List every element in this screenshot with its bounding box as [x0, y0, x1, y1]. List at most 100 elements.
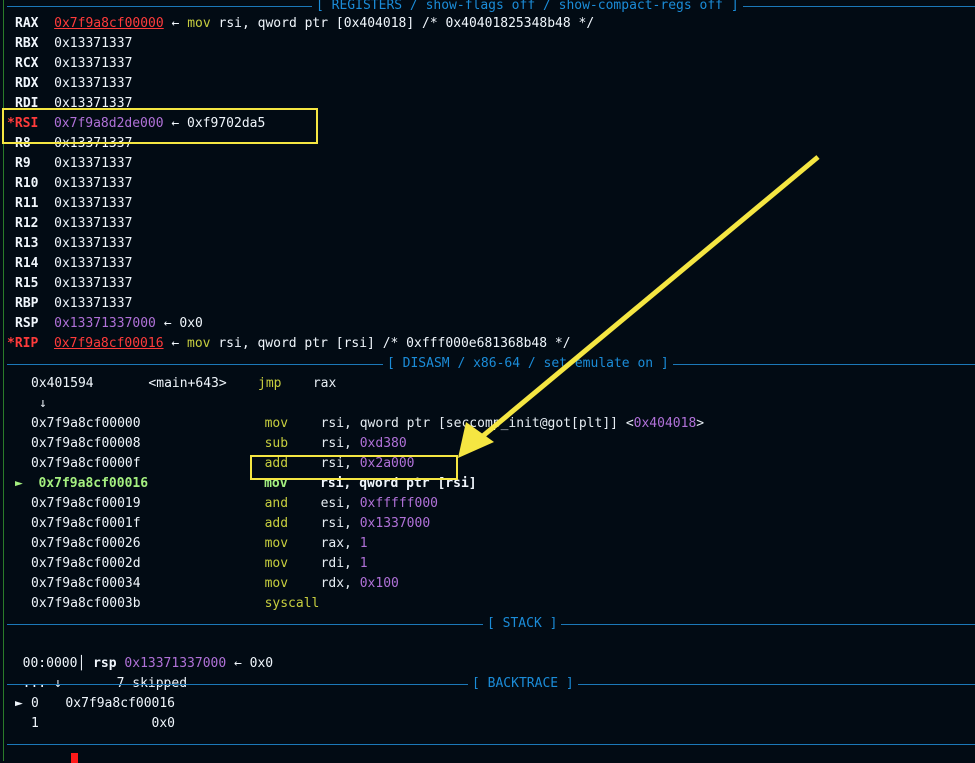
register-name: RSP	[15, 316, 39, 331]
disasm-line[interactable]: 0x7f9a8cf00026 mov rax, 1	[31, 534, 368, 554]
register-name: RBP	[15, 296, 39, 311]
instruction-mnemonic: mov	[264, 556, 289, 571]
register-value: 0x13371337	[54, 236, 133, 251]
instruction-operands: rsi, 0x1337000	[320, 516, 431, 531]
terminal-cursor	[71, 753, 78, 763]
register-deref: 0x0	[179, 316, 203, 331]
disasm-line[interactable]: 0x7f9a8cf0003b syscall	[31, 594, 321, 614]
register-value: 0x7f9a8cf00000	[54, 16, 164, 31]
register-value: 0x13371337000	[54, 316, 156, 331]
disasm-line[interactable]: 0x7f9a8cf0001f add rsi, 0x1337000	[31, 514, 430, 534]
register-name: RBX	[15, 36, 39, 51]
register-row-rdx[interactable]: RDX 0x13371337	[15, 74, 132, 94]
instruction-address: 0x7f9a8cf00016	[38, 476, 149, 491]
register-row-rbx[interactable]: RBX 0x13371337	[15, 34, 132, 54]
disasm-line[interactable]: 0x7f9a8cf0002d mov rdi, 1	[31, 554, 368, 574]
instruction-address: 0x7f9a8cf0002d	[31, 556, 141, 571]
register-name: RAX	[15, 16, 39, 31]
instruction-address: 0x401594	[31, 376, 94, 391]
backtrace-frame[interactable]: 1 0x0	[15, 714, 175, 734]
backtrace-marker	[15, 714, 31, 734]
disasm-line[interactable]: 0x7f9a8cf00019 and esi, 0xfffff000	[31, 494, 438, 514]
operand-number: 0xfffff000	[359, 496, 438, 511]
operand-number: 0x100	[359, 576, 399, 591]
backtrace-index: 0	[31, 696, 39, 711]
register-name: *RIP	[7, 336, 39, 351]
operand-number: 0x1337000	[359, 516, 431, 531]
instruction-operands: rax	[312, 376, 337, 391]
register-value: 0x13371337	[54, 56, 133, 71]
register-name: RDX	[15, 76, 39, 91]
register-row-r11[interactable]: R11 0x13371337	[15, 194, 132, 214]
instruction-mnemonic: mov	[264, 576, 289, 591]
register-name: R9	[15, 156, 31, 171]
register-row-rsp[interactable]: RSP 0x13371337000 ← 0x0	[15, 314, 203, 334]
deref-arrow: ←	[163, 316, 172, 331]
register-row-rbp[interactable]: RBP 0x13371337	[15, 294, 132, 314]
backtrace-addr: 0x7f9a8cf00016	[65, 696, 175, 711]
disasm-jump-arrow: ↓	[39, 396, 47, 411]
register-value: 0x13371337	[54, 256, 133, 271]
register-deref: mov rsi, qword ptr [rsi] /* 0xfff000e681…	[187, 336, 571, 351]
deref-mnemonic: mov	[187, 16, 211, 31]
register-row-rcx[interactable]: RCX 0x13371337	[15, 54, 132, 74]
register-name: R15	[15, 276, 39, 291]
register-row-rax[interactable]: RAX 0x7f9a8cf00000 ← mov rsi, qword ptr …	[15, 14, 594, 34]
instruction-address: 0x7f9a8cf00026	[31, 536, 141, 551]
annotation-arrow-line	[476, 155, 820, 442]
register-deref: mov rsi, qword ptr [0x404018] /* 0x40401…	[187, 16, 595, 31]
backtrace-addr: 0x0	[151, 716, 175, 731]
rsi-highlight-box	[2, 108, 318, 144]
instruction-operands: esi, 0xfffff000	[320, 496, 438, 511]
backtrace-frame[interactable]: ► 0 0x7f9a8cf00016	[15, 694, 175, 714]
disasm-line-jmp[interactable]: 0x401594 <main+643> jmp rax	[31, 374, 336, 394]
deref-arrow: ←	[171, 336, 180, 351]
instruction-operands: rax, 1	[320, 536, 368, 551]
instruction-address: 0x7f9a8cf00019	[31, 496, 141, 511]
instruction-mnemonic: add	[264, 516, 289, 531]
instruction-address: 0x7f9a8cf00000	[31, 416, 141, 431]
register-name: R10	[15, 176, 39, 191]
backtrace-header: [ BACKTRACE ]	[468, 676, 578, 692]
register-row-r15[interactable]: R15 0x13371337	[15, 274, 132, 294]
register-value: 0x13371337	[54, 296, 133, 311]
disasm-line[interactable]: 0x7f9a8cf00034 mov rdx, 0x100	[31, 574, 399, 594]
register-row-rip[interactable]: *RIP 0x7f9a8cf00016 ← mov rsi, qword ptr…	[7, 334, 571, 354]
instruction-address: 0x7f9a8cf00034	[31, 576, 141, 591]
instruction-operands: rsi, qword ptr [seccomp_init@got[plt]] <…	[320, 416, 705, 431]
register-row-r13[interactable]: R13 0x13371337	[15, 234, 132, 254]
register-row-r14[interactable]: R14 0x13371337	[15, 254, 132, 274]
register-value: 0x13371337	[54, 156, 133, 171]
register-name: R13	[15, 236, 39, 251]
instruction-mnemonic: syscall	[264, 596, 320, 611]
instruction-address: 0x7f9a8cf0003b	[31, 596, 141, 611]
disasm-line[interactable]: 0x7f9a8cf00000 mov rsi, qword ptr [seccomp…	[31, 414, 704, 434]
instruction-mnemonic: and	[264, 496, 289, 511]
instruction-address: 0x7f9a8cf0001f	[31, 516, 141, 531]
instruction-address: 0x7f9a8cf00008	[31, 436, 141, 451]
register-value: 0x13371337	[54, 216, 133, 231]
instruction-operands: rsi, 0xd380	[320, 436, 407, 451]
register-name: RCX	[15, 56, 39, 71]
register-row-r12[interactable]: R12 0x13371337	[15, 214, 132, 234]
register-value: 0x7f9a8cf00016	[53, 336, 164, 351]
stack-arrow: ←	[234, 656, 242, 671]
register-value: 0x13371337	[54, 76, 133, 91]
operand-number: 0x404018	[633, 416, 697, 431]
instruction-address: 0x7f9a8cf0000f	[31, 456, 141, 471]
registers-header: [ REGISTERS / show-flags off / show-comp…	[312, 0, 743, 14]
stack-deref: 0x0	[249, 656, 274, 671]
disasm-line[interactable]: 0x7f9a8cf00008 sub rsi, 0xd380	[31, 434, 407, 454]
stack-entry[interactable]: 00:0000│ rsp 0x13371337000 ← 0x0	[7, 634, 273, 671]
instruction-operands: rdi, 1	[320, 556, 368, 571]
register-name: R12	[15, 216, 39, 231]
instruction-symbol: <main+643>	[148, 376, 227, 391]
register-name: R11	[15, 196, 39, 211]
register-row-r10[interactable]: R10 0x13371337	[15, 174, 132, 194]
register-value: 0x13371337	[54, 36, 133, 51]
operand-number: 1	[359, 556, 368, 571]
register-name: R14	[15, 256, 39, 271]
register-row-r9[interactable]: R9 0x13371337	[15, 154, 132, 174]
current-instruction-marker: ►	[15, 476, 31, 491]
instruction-mnemonic: sub	[264, 436, 289, 451]
